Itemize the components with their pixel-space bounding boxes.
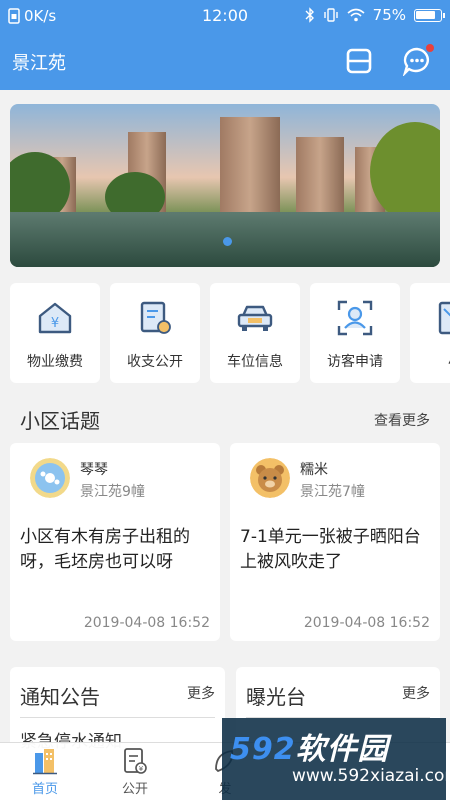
menu-property-fee[interactable]: ¥ 物业缴费 [10, 283, 100, 383]
message-button[interactable] [402, 44, 434, 78]
menu-label: 小 [410, 351, 450, 371]
scan-icon[interactable] [344, 46, 374, 76]
clock: 12:00 [201, 6, 249, 25]
battery-icon [414, 8, 445, 22]
topic-building: 景江苑7幢 [300, 484, 365, 500]
divider [20, 717, 215, 718]
topic-body: 小区有木有房子出租的呀，毛坯房也可以呀 [20, 527, 190, 572]
tab-home[interactable]: 首页 [0, 743, 90, 800]
vibrate-icon [323, 8, 338, 22]
menu-finance[interactable]: 收支公开 [110, 283, 200, 383]
watermark-brand: 软件园 [295, 732, 389, 767]
menu-label: 物业缴费 [27, 354, 83, 370]
topic-time: 2019-04-08 16:52 [303, 615, 430, 631]
tab-public[interactable]: ¥ 公开 [90, 743, 180, 800]
bluetooth-icon [305, 7, 314, 23]
exposure-more-link[interactable]: 更多 [402, 683, 430, 703]
quick-menu: ¥ 物业缴费 收支公开 车位信息 访客申请 小 [10, 283, 450, 383]
site-watermark: 592软件园 www.592xiazai.com [222, 718, 450, 800]
wifi-icon [347, 8, 365, 22]
public-doc-icon: ¥ [124, 748, 147, 774]
topic-body: 7-1单元一张被子晒阳台上被风吹走了 [240, 527, 421, 572]
topic-author: 琴琴 [80, 462, 108, 478]
status-bar: 0K/s 12:00 75% [0, 0, 450, 32]
topic-card[interactable]: 琴琴 景江苑9幢 小区有木有房子出租的呀，毛坯房也可以呀 2019-04-08 … [10, 443, 220, 641]
svg-text:¥: ¥ [51, 316, 59, 331]
notice-more-link[interactable]: 更多 [187, 683, 215, 703]
menu-more-partial[interactable]: 小 [410, 283, 450, 383]
visitor-icon [337, 300, 373, 336]
topic-author: 糯米 [300, 462, 328, 478]
topics-more-link[interactable]: 查看更多 [374, 410, 430, 430]
topics-title: 小区话题 [20, 409, 100, 433]
exposure-title: 曝光台 [246, 685, 306, 709]
svg-text:¥: ¥ [139, 765, 144, 773]
battery-percent: 75% [372, 6, 406, 24]
notice-title: 通知公告 [20, 685, 100, 709]
menu-label: 收支公开 [127, 354, 183, 370]
menu-label: 访客申请 [327, 354, 383, 370]
finance-report-icon [140, 301, 171, 334]
avatar [30, 458, 70, 498]
app-bar: 景江苑 [0, 32, 450, 90]
tab-label: 公开 [121, 782, 148, 797]
menu-parking[interactable]: 车位信息 [210, 283, 300, 383]
banner-pager-dot [223, 237, 232, 246]
watermark-url: www.592xiazai.com [292, 766, 450, 786]
document-icon [438, 301, 450, 335]
topic-card[interactable]: 糯米 景江苑7幢 7-1单元一张被子晒阳台上被风吹走了 2019-04-08 1… [230, 443, 440, 641]
property-fee-icon: ¥ [38, 302, 72, 334]
menu-label: 车位信息 [227, 354, 283, 370]
car-icon [237, 305, 273, 331]
home-building-icon [33, 749, 57, 775]
avatar [250, 458, 290, 498]
menu-visitor[interactable]: 访客申请 [310, 283, 400, 383]
topic-time: 2019-04-08 16:52 [83, 615, 210, 631]
community-title[interactable]: 景江苑 [12, 49, 66, 75]
tab-label: 首页 [31, 782, 58, 797]
unread-badge [426, 44, 434, 52]
topic-building: 景江苑9幢 [80, 484, 145, 500]
watermark-number: 592 [230, 732, 296, 767]
